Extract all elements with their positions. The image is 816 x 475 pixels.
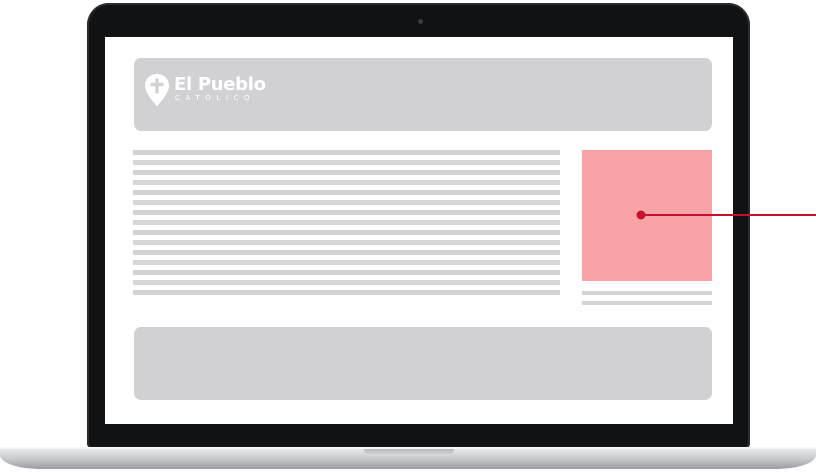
laptop-notch: [364, 449, 454, 456]
text-line: [133, 200, 560, 205]
text-line: [133, 260, 560, 265]
text-line: [133, 240, 560, 245]
text-line: [133, 150, 560, 155]
text-line: [133, 160, 560, 165]
text-line: [133, 180, 560, 185]
text-line: [133, 290, 560, 295]
logo-subtitle: CATÓLICO: [175, 94, 256, 102]
text-line: [133, 270, 560, 275]
ad-image-placeholder[interactable]: [582, 150, 712, 281]
webcam-icon: [418, 19, 423, 24]
caption-line: [582, 291, 712, 295]
text-line: [133, 190, 560, 195]
site-logo[interactable]: El Pueblo CATÓLICO: [144, 73, 266, 109]
text-line: [133, 220, 560, 225]
map-pin-cross-icon: [145, 74, 169, 106]
text-line: [133, 280, 560, 285]
text-line: [133, 210, 560, 215]
article-text-placeholder: [133, 150, 560, 304]
site-footer-placeholder: [134, 327, 712, 400]
caption-line: [582, 301, 712, 305]
text-line: [133, 170, 560, 175]
text-line: [133, 250, 560, 255]
text-line: [133, 230, 560, 235]
logo-title: El Pueblo: [174, 74, 266, 95]
